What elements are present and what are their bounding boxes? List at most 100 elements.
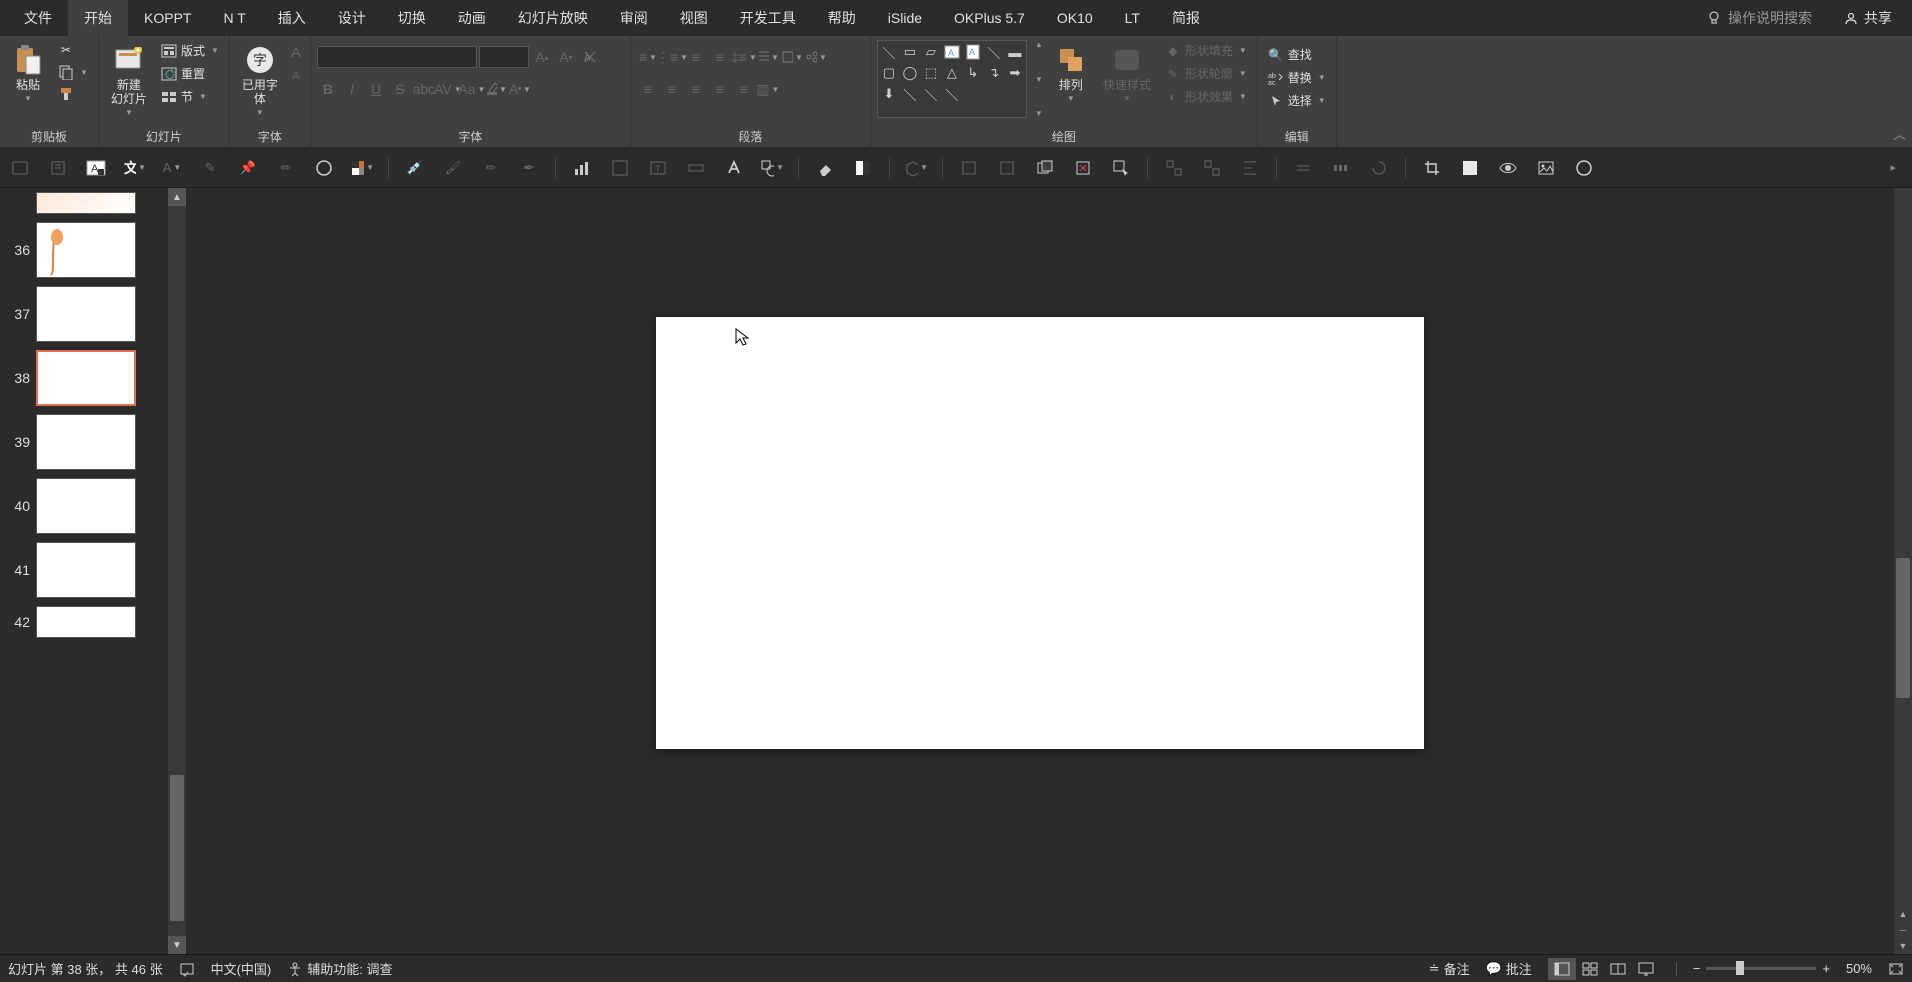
thumbnails-list[interactable]: 36 37 38 39 40 41 42 [0,188,168,954]
menu-transitions[interactable]: 切换 [382,0,442,37]
canvas-scrollbar[interactable]: ▲ ─ ▼ [1894,188,1912,954]
font-size-input[interactable] [479,46,529,68]
qt-textbox-button[interactable]: A [84,156,108,180]
comments-button[interactable]: 💬批注 [1486,959,1532,978]
arrange-button[interactable]: 排列 ▼ [1049,40,1093,107]
menu-review[interactable]: 审阅 [604,0,664,37]
shape-elbow-icon[interactable]: ↴ [985,64,1003,82]
slide-thumb-partial[interactable] [36,192,136,214]
menu-nt[interactable]: N T [207,1,261,35]
qt-wordart2-button[interactable] [722,156,746,180]
menu-developer[interactable]: 开发工具 [724,0,812,37]
zoom-track[interactable] [1706,967,1816,970]
qt-eraser-button[interactable] [813,156,837,180]
shape-rect2-icon[interactable]: ▱ [922,43,940,61]
menu-animations[interactable]: 动画 [442,0,502,37]
language-indicator[interactable]: 中文(中国) [211,959,272,978]
slide-thumb-42[interactable] [36,606,136,638]
find-button[interactable]: 🔍查找 [1264,44,1330,65]
menu-ok10[interactable]: OK10 [1041,1,1109,35]
slide-counter[interactable]: 幻灯片 第 38 张， 共 46 张 [8,959,163,978]
zoom-percent[interactable]: 50% [1846,961,1872,976]
scrollbar-thumb[interactable] [170,775,184,921]
qt-wordart-button[interactable]: 文▼ [122,156,146,180]
qt-more-button[interactable]: ▸ [1890,161,1904,174]
shape-triangle-icon[interactable]: △ [943,64,961,82]
layout-button[interactable]: 版式▼ [157,40,223,61]
menu-islide[interactable]: iSlide [872,1,938,35]
format-painter-button[interactable] [54,84,92,104]
zoom-in-button[interactable]: + [1822,961,1830,976]
qt-delete-button[interactable] [1071,156,1095,180]
menu-brief[interactable]: 简报 [1156,0,1216,37]
scroll-down-icon[interactable]: ▼ [168,936,186,954]
qt-color-button[interactable]: ▼ [350,156,374,180]
menu-help[interactable]: 帮助 [812,0,872,37]
menu-home[interactable]: 开始 [68,0,128,37]
gallery-down-icon[interactable]: ▼ [1035,75,1043,84]
used-font-button[interactable]: 字 已用字 体 ▼ [236,40,284,121]
shape-oval-icon[interactable]: ◯ [901,64,919,82]
menu-okplus[interactable]: OKPlus 5.7 [938,1,1041,35]
slide-thumb-39[interactable] [36,414,136,470]
thumbnails-scrollbar[interactable]: ▲ ▼ [168,188,186,954]
qt-picture-button[interactable] [1534,156,1558,180]
paste-button[interactable]: 粘贴 ▼ [6,40,50,107]
qt-fill-button[interactable] [1458,156,1482,180]
share-button[interactable]: 共享 [1824,8,1912,28]
gallery-more-icon[interactable]: ▼ [1035,109,1043,118]
shape-arrow-d-icon[interactable]: ⬇ [880,85,898,103]
qt-effects-button[interactable] [1496,156,1520,180]
shape-rect-icon[interactable]: ▭ [901,43,919,61]
shape-line5-icon[interactable]: ＼ [943,85,961,103]
menu-insert[interactable]: 插入 [262,0,322,37]
collapse-ribbon-button[interactable]: ︿ [1893,124,1906,143]
replace-button[interactable]: abac替换▼ [1264,67,1330,88]
sorter-view-button[interactable] [1576,958,1604,980]
slide-thumb-37[interactable] [36,286,136,342]
shape-line4-icon[interactable]: ＼ [922,85,940,103]
spelling-button[interactable] [179,961,195,977]
cut-button[interactable]: ✂ [54,40,92,60]
qt-layers-button[interactable] [1033,156,1057,180]
qt-chart-button[interactable] [570,156,594,180]
next-slide-icon[interactable]: ▼ [1894,938,1912,954]
slide-thumb-40[interactable] [36,478,136,534]
shape-line2-icon[interactable]: ＼ [985,43,1003,61]
prev-slide-icon[interactable]: ▲ [1894,906,1912,922]
zoom-out-button[interactable]: − [1693,961,1701,976]
font-name-input[interactable] [317,46,477,68]
qt-shapes2-button[interactable]: ▼ [760,156,784,180]
tell-me-search[interactable]: 操作说明搜索 [1694,8,1824,28]
qt-circle-button[interactable] [312,156,336,180]
shape-cylinder-icon[interactable]: ⬚ [922,64,940,82]
slideshow-view-button[interactable] [1632,958,1660,980]
qt-crop-button[interactable] [1420,156,1444,180]
menu-design[interactable]: 设计 [322,0,382,37]
menu-view[interactable]: 视图 [664,0,724,37]
zoom-slider[interactable]: − + [1693,961,1830,976]
qt-select-button[interactable] [1109,156,1133,180]
shape-textbox-icon[interactable]: A [943,43,961,61]
menu-file[interactable]: 文件 [8,0,68,37]
scrollbar-thumb[interactable] [1896,558,1910,698]
reset-button[interactable]: 重置 [157,63,223,84]
slide-thumb-41[interactable] [36,542,136,598]
shape-round-rect-icon[interactable]: ▢ [880,64,898,82]
slide-canvas-area[interactable] [186,188,1894,954]
gallery-up-icon[interactable]: ▲ [1035,40,1043,49]
accessibility-button[interactable]: 辅助功能: 调查 [287,959,392,978]
qt-oval-button[interactable] [1572,156,1596,180]
select-button[interactable]: 选择▼ [1264,90,1330,111]
shape-arrow-r-icon[interactable]: ➡ [1006,64,1024,82]
shape-textbox-v-icon[interactable]: A [964,43,982,61]
slide-thumb-38[interactable] [36,350,136,406]
shape-line3-icon[interactable]: ＼ [901,85,919,103]
zoom-handle[interactable] [1736,961,1744,975]
menu-koppt[interactable]: KOPPT [128,1,207,35]
notes-button[interactable]: ≐备注 [1429,959,1470,978]
shape-connector-icon[interactable]: ↳ [964,64,982,82]
shape-rect-fill-icon[interactable]: ▬ [1006,43,1024,61]
fit-window-button[interactable] [1888,962,1904,976]
scroll-up-icon[interactable]: ▲ [168,188,186,206]
